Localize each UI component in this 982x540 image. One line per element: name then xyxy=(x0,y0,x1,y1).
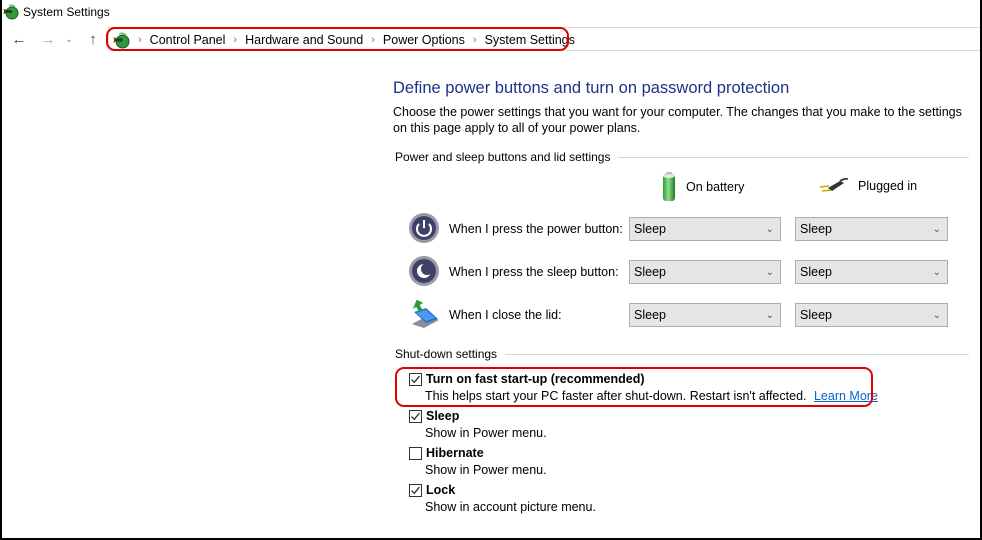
lock-label: Lock xyxy=(426,483,456,497)
fast-startup-label: Turn on fast start-up (recommended) xyxy=(426,372,645,386)
power-button-on-battery-select[interactable]: Sleep ⌄ xyxy=(629,217,781,241)
power-button-plugged-in-select[interactable]: Sleep ⌄ xyxy=(795,217,948,241)
breadcrumb-hardware-and-sound[interactable]: Hardware and Sound xyxy=(245,33,363,47)
sleep-button-label: When I press the sleep button: xyxy=(449,265,619,279)
hibernate-description: Show in Power menu. xyxy=(425,463,547,477)
on-battery-label: On battery xyxy=(686,180,745,194)
page-description: Choose the power settings that you want … xyxy=(393,105,962,135)
battery-icon xyxy=(663,172,675,201)
power-button-icon xyxy=(409,213,439,243)
power-plug-icon xyxy=(819,178,848,192)
window-title: System Settings xyxy=(23,5,110,19)
chevron-down-icon: ⌄ xyxy=(932,266,941,278)
fast-startup-description: This helps start your PC faster after sh… xyxy=(425,389,878,403)
back-button[interactable]: ← xyxy=(10,30,28,48)
lid-on-battery-select[interactable]: Sleep ⌄ xyxy=(629,303,781,327)
breadcrumb: › Control Panel › Hardware and Sound › P… xyxy=(113,31,575,49)
select-value: Sleep xyxy=(800,222,832,236)
fast-startup-checkbox[interactable] xyxy=(409,372,422,386)
column-header-on-battery: On battery xyxy=(662,172,744,202)
sleep-description: Show in Power menu. xyxy=(425,426,547,440)
power-options-icon xyxy=(3,4,19,20)
hibernate-checkbox-item[interactable]: Hibernate xyxy=(409,446,484,460)
hibernate-checkbox[interactable] xyxy=(409,446,422,460)
sleep-label: Sleep xyxy=(426,409,460,423)
lock-checkbox[interactable] xyxy=(409,483,422,497)
select-value: Sleep xyxy=(634,308,666,322)
fast-startup-checkbox-item[interactable]: Turn on fast start-up (recommended) xyxy=(409,372,645,386)
breadcrumb-control-panel[interactable]: Control Panel xyxy=(150,33,226,47)
breadcrumb-power-options[interactable]: Power Options xyxy=(383,33,465,47)
chevron-down-icon: ⌄ xyxy=(765,266,774,278)
checkmark-icon xyxy=(411,412,420,420)
lock-description: Show in account picture menu. xyxy=(425,500,596,514)
forward-button[interactable]: → xyxy=(39,30,57,48)
select-value: Sleep xyxy=(800,308,832,322)
learn-more-link[interactable]: Learn More xyxy=(814,389,878,403)
section-divider xyxy=(505,353,969,355)
power-button-label: When I press the power button: xyxy=(449,222,623,236)
shutdown-section-header: Shut-down settings xyxy=(395,347,969,361)
shutdown-section-title: Shut-down settings xyxy=(395,347,498,361)
arrow-right-icon: → xyxy=(40,30,56,48)
recent-locations-button[interactable]: ⌄ xyxy=(63,30,75,48)
arrow-up-icon: ↑ xyxy=(89,30,97,48)
system-settings-window: System Settings ← → ⌄ ↑ › Control Panel … xyxy=(2,0,980,538)
breadcrumb-separator[interactable]: › xyxy=(473,34,477,46)
select-value: Sleep xyxy=(800,265,832,279)
checkmark-icon xyxy=(411,375,420,383)
checkmark-icon xyxy=(411,486,420,494)
title-bar: System Settings xyxy=(2,0,980,25)
breadcrumb-system-settings[interactable]: System Settings xyxy=(485,33,575,47)
laptop-lid-icon xyxy=(412,299,439,328)
chevron-down-icon: ⌄ xyxy=(65,33,73,44)
sleep-checkbox-item[interactable]: Sleep xyxy=(409,409,459,423)
lid-plugged-in-select[interactable]: Sleep ⌄ xyxy=(795,303,948,327)
power-section-header: Power and sleep buttons and lid settings xyxy=(395,150,969,164)
lock-checkbox-item[interactable]: Lock xyxy=(409,483,455,497)
sleep-button-icon xyxy=(409,256,439,286)
breadcrumb-separator[interactable]: › xyxy=(233,34,237,46)
up-button[interactable]: ↑ xyxy=(84,30,102,48)
select-value: Sleep xyxy=(634,265,666,279)
sleep-button-on-battery-select[interactable]: Sleep ⌄ xyxy=(629,260,781,284)
sleep-button-plugged-in-select[interactable]: Sleep ⌄ xyxy=(795,260,948,284)
select-value: Sleep xyxy=(634,222,666,236)
navigation-bar: ← → ⌄ ↑ › Control Panel › Hardware and S… xyxy=(2,27,980,52)
chevron-down-icon: ⌄ xyxy=(765,223,774,235)
column-header-plugged-in: Plugged in xyxy=(818,178,917,194)
page-title: Define power buttons and turn on passwor… xyxy=(393,79,790,97)
plugged-in-label: Plugged in xyxy=(858,179,918,193)
chevron-down-icon: ⌄ xyxy=(932,223,941,235)
sleep-checkbox[interactable] xyxy=(409,409,422,423)
fast-startup-description-text: This helps start your PC faster after sh… xyxy=(425,389,807,403)
power-section-title: Power and sleep buttons and lid settings xyxy=(395,150,611,164)
breadcrumb-separator[interactable]: › xyxy=(371,34,375,46)
chevron-down-icon: ⌄ xyxy=(932,309,941,321)
lid-label: When I close the lid: xyxy=(449,308,562,322)
arrow-left-icon: ← xyxy=(11,30,27,48)
section-divider xyxy=(618,156,969,158)
chevron-down-icon: ⌄ xyxy=(765,309,774,321)
power-options-icon xyxy=(113,31,130,48)
hibernate-label: Hibernate xyxy=(426,446,484,460)
address-bar[interactable]: › Control Panel › Hardware and Sound › P… xyxy=(108,27,980,51)
breadcrumb-separator: › xyxy=(138,34,142,46)
